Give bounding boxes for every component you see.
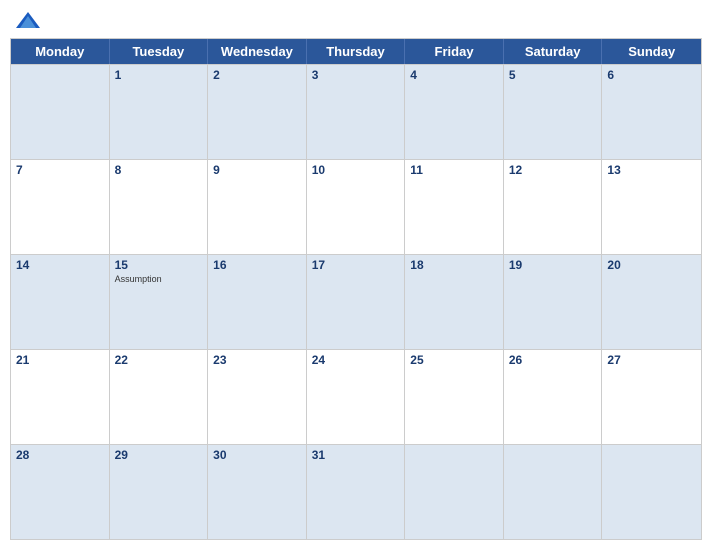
day-number: 15 xyxy=(115,258,203,272)
holiday-label: Assumption xyxy=(115,274,203,284)
day-cell: 15 Assumption xyxy=(110,255,209,349)
day-number: 20 xyxy=(607,258,696,272)
day-cell: 3 xyxy=(307,65,406,159)
day-cell: 28 xyxy=(11,445,110,539)
day-cell: 2 xyxy=(208,65,307,159)
week-row: 123456 xyxy=(11,64,701,159)
day-number: 3 xyxy=(312,68,400,82)
day-cell: 24 xyxy=(307,350,406,444)
day-cell: 27 xyxy=(602,350,701,444)
day-number: 18 xyxy=(410,258,498,272)
day-cell: 14 xyxy=(11,255,110,349)
day-number: 29 xyxy=(115,448,203,462)
week-row: 28 29 30 31 xyxy=(11,444,701,539)
day-number: 5 xyxy=(509,68,597,82)
day-number: 31 xyxy=(312,448,400,462)
week-row: 21 22 23 24 25 26 27 xyxy=(11,349,701,444)
day-cell: 17 xyxy=(307,255,406,349)
day-header-thursday: Thursday xyxy=(307,39,406,64)
calendar-header xyxy=(10,10,702,32)
day-number: 26 xyxy=(509,353,597,367)
day-number: 22 xyxy=(115,353,203,367)
day-cell: 30 xyxy=(208,445,307,539)
day-number: 14 xyxy=(16,258,104,272)
day-number: 13 xyxy=(607,163,696,177)
day-number: 8 xyxy=(115,163,203,177)
day-header-monday: Monday xyxy=(11,39,110,64)
day-number: 7 xyxy=(16,163,104,177)
day-number: 11 xyxy=(410,163,498,177)
day-cell: 6 xyxy=(602,65,701,159)
day-number: 1 xyxy=(115,68,203,82)
week-row: 789 10 11 12 13 xyxy=(11,159,701,254)
day-number: 12 xyxy=(509,163,597,177)
day-cell xyxy=(405,445,504,539)
day-cell: 25 xyxy=(405,350,504,444)
day-number: 17 xyxy=(312,258,400,272)
day-cell: 19 xyxy=(504,255,603,349)
logo-icon xyxy=(14,10,42,32)
day-number: 6 xyxy=(607,68,696,82)
day-cell: 4 xyxy=(405,65,504,159)
day-cell: 13 xyxy=(602,160,701,254)
day-number: 10 xyxy=(312,163,400,177)
day-cell: 20 xyxy=(602,255,701,349)
day-number: 16 xyxy=(213,258,301,272)
day-number: 21 xyxy=(16,353,104,367)
day-header-saturday: Saturday xyxy=(504,39,603,64)
day-cell: 8 xyxy=(110,160,209,254)
day-cell: 9 xyxy=(208,160,307,254)
day-number: 19 xyxy=(509,258,597,272)
day-number: 9 xyxy=(213,163,301,177)
day-cell: 5 xyxy=(504,65,603,159)
day-number: 28 xyxy=(16,448,104,462)
day-header-friday: Friday xyxy=(405,39,504,64)
day-number: 24 xyxy=(312,353,400,367)
day-header-sunday: Sunday xyxy=(602,39,701,64)
week-row: 14 15 Assumption 16 17 18 19 20 xyxy=(11,254,701,349)
day-cell: 21 xyxy=(11,350,110,444)
logo-area xyxy=(14,10,44,32)
day-cell: 7 xyxy=(11,160,110,254)
day-cell: 31 xyxy=(307,445,406,539)
day-header-wednesday: Wednesday xyxy=(208,39,307,64)
day-number: 4 xyxy=(410,68,498,82)
day-number: 23 xyxy=(213,353,301,367)
weeks: 123456789101112131415Assumption161718192… xyxy=(11,64,701,539)
day-number: 2 xyxy=(213,68,301,82)
day-cell: 29 xyxy=(110,445,209,539)
day-header-tuesday: Tuesday xyxy=(110,39,209,64)
day-cell: 16 xyxy=(208,255,307,349)
day-cell: 22 xyxy=(110,350,209,444)
day-number: 27 xyxy=(607,353,696,367)
day-cell: 10 xyxy=(307,160,406,254)
day-cell xyxy=(504,445,603,539)
day-cell: 23 xyxy=(208,350,307,444)
day-headers: MondayTuesdayWednesdayThursdayFridaySatu… xyxy=(11,39,701,64)
calendar: MondayTuesdayWednesdayThursdayFridaySatu… xyxy=(10,38,702,540)
day-cell: 26 xyxy=(504,350,603,444)
day-number: 25 xyxy=(410,353,498,367)
day-cell xyxy=(602,445,701,539)
day-cell: 18 xyxy=(405,255,504,349)
day-cell xyxy=(11,65,110,159)
day-cell: 12 xyxy=(504,160,603,254)
day-cell: 11 xyxy=(405,160,504,254)
day-cell: 1 xyxy=(110,65,209,159)
day-number: 30 xyxy=(213,448,301,462)
